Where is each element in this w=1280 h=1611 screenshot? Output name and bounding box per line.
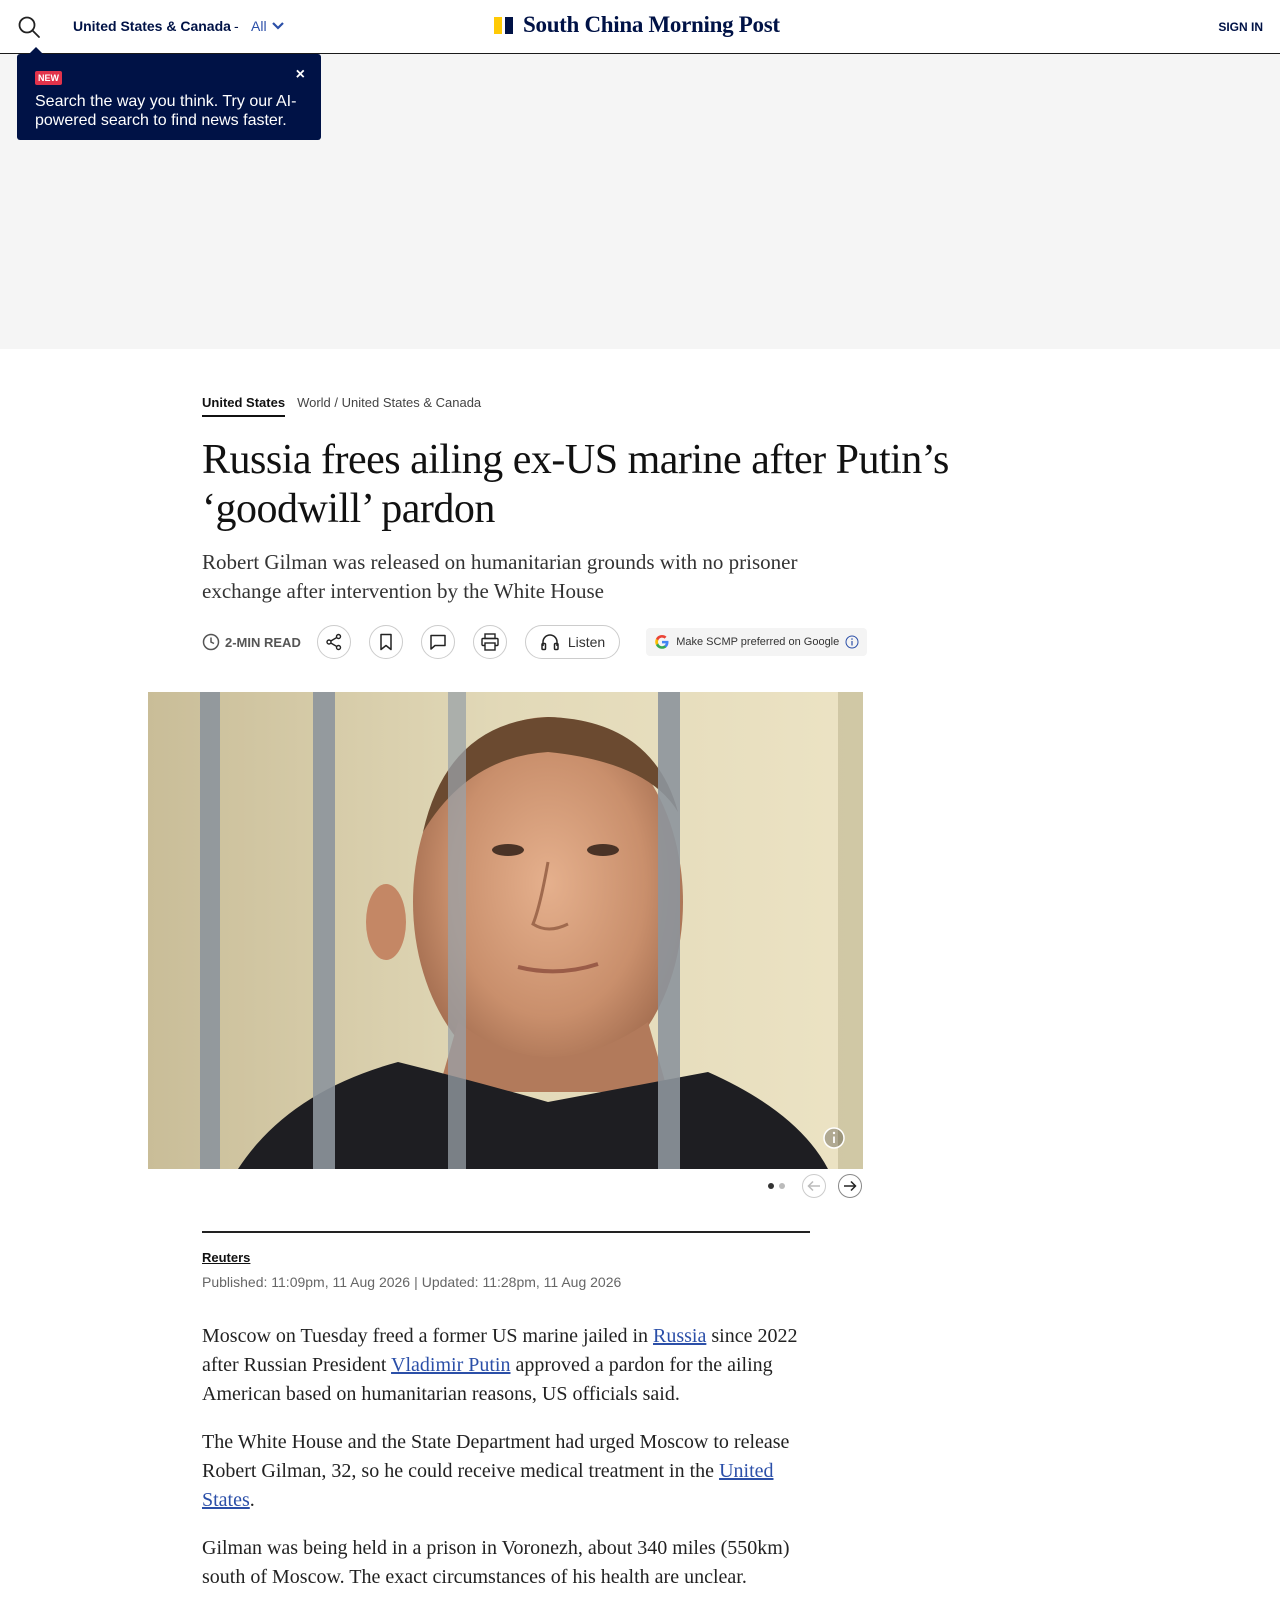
site-header: United States & Canada - All South China… [0, 0, 1280, 54]
carousel-dot[interactable] [779, 1183, 785, 1189]
share-icon [326, 633, 342, 651]
paragraph-2: The White House and the State Department… [202, 1428, 812, 1515]
hero-image[interactable] [148, 692, 863, 1169]
link-vladimir-putin[interactable]: Vladimir Putin [391, 1354, 510, 1376]
search-icon[interactable] [16, 14, 42, 40]
comment-button[interactable] [420, 625, 455, 659]
section-link-world[interactable]: World [297, 395, 331, 410]
comment-icon [430, 634, 446, 650]
hero-photo [148, 692, 863, 1169]
paragraph-text: . [249, 1489, 255, 1511]
clock-icon [202, 633, 220, 651]
listen-label: Listen [567, 634, 606, 650]
read-time-label: 2-MIN READ [225, 634, 301, 650]
google-g-icon [655, 635, 669, 649]
article-toolbar: 2-MIN READ Listen Make SCMP preferred on… [202, 624, 868, 660]
listen-button[interactable]: Listen [524, 625, 621, 659]
edition-label[interactable]: United States & Canada [73, 18, 231, 34]
edition-filter-label: All [251, 18, 267, 34]
updated-date: Updated: 11:28pm, 11 Aug 2026 [421, 1274, 622, 1290]
close-icon[interactable]: × [296, 66, 305, 84]
edition-filter-dropdown[interactable]: All [251, 18, 285, 34]
carousel-controls [768, 1174, 862, 1198]
carousel-dot-active[interactable] [768, 1183, 774, 1189]
date-separator: | [414, 1274, 418, 1290]
edition-separator: - [234, 18, 239, 34]
article-dates: Published: 11:09pm, 11 Aug 2026 | Update… [202, 1274, 621, 1290]
new-badge: NEW [35, 71, 62, 85]
article-headline: Russia frees ailing ex-US marine after P… [202, 437, 949, 532]
arrow-left-icon [807, 1180, 820, 1192]
paragraph-1: Moscow on Tuesday freed a former US mari… [202, 1322, 812, 1409]
published-date: Published: 11:09pm, 11 Aug 2026 [202, 1274, 411, 1290]
site-logo[interactable]: South China Morning Post [494, 12, 780, 38]
bookmark-button[interactable] [368, 625, 403, 659]
headphones-icon [541, 634, 559, 651]
google-preferred-button[interactable]: Make SCMP preferred on Google [646, 628, 868, 656]
section-link-us-canada[interactable]: United States & Canada [342, 395, 481, 410]
info-icon [845, 635, 859, 649]
print-icon [481, 633, 499, 651]
share-button[interactable] [316, 625, 351, 659]
paragraph-3: Gilman was being held in a prison in Vor… [202, 1537, 790, 1588]
breadcrumb: United States World / United States & Ca… [202, 395, 481, 417]
breadcrumb-divider: / [334, 395, 339, 410]
section-path: World / United States & Canada [297, 395, 481, 417]
chevron-down-icon [271, 22, 284, 30]
site-name: South China Morning Post [523, 12, 780, 37]
article-body: Moscow on Tuesday freed a former US mari… [202, 1322, 812, 1611]
carousel-prev-button[interactable] [802, 1174, 826, 1198]
ai-search-tooltip: NEW Search the way you think. Try our AI… [17, 47, 321, 140]
topic-link[interactable]: United States [202, 395, 286, 417]
link-russia[interactable]: Russia [653, 1325, 706, 1347]
arrow-right-icon [844, 1180, 857, 1192]
read-time: 2-MIN READ [202, 633, 301, 651]
bookmark-icon [380, 633, 392, 651]
article-source[interactable]: Reuters [202, 1250, 250, 1265]
sign-in-button[interactable]: SIGN IN [1218, 20, 1263, 34]
tooltip-message: Search the way you think. Try our AI-pow… [35, 93, 297, 129]
google-preferred-label: Make SCMP preferred on Google [676, 636, 840, 648]
logo-mark-icon [494, 16, 513, 34]
print-button[interactable] [472, 625, 507, 659]
byline-divider [202, 1231, 810, 1233]
carousel-next-button[interactable] [838, 1174, 862, 1198]
article-subheadline: Robert Gilman was released on humanitari… [202, 550, 798, 603]
paragraph-text: The White House and the State Department… [202, 1431, 790, 1482]
paragraph-text: Moscow on Tuesday freed a former US mari… [202, 1325, 654, 1347]
image-info-icon[interactable] [822, 1126, 846, 1150]
